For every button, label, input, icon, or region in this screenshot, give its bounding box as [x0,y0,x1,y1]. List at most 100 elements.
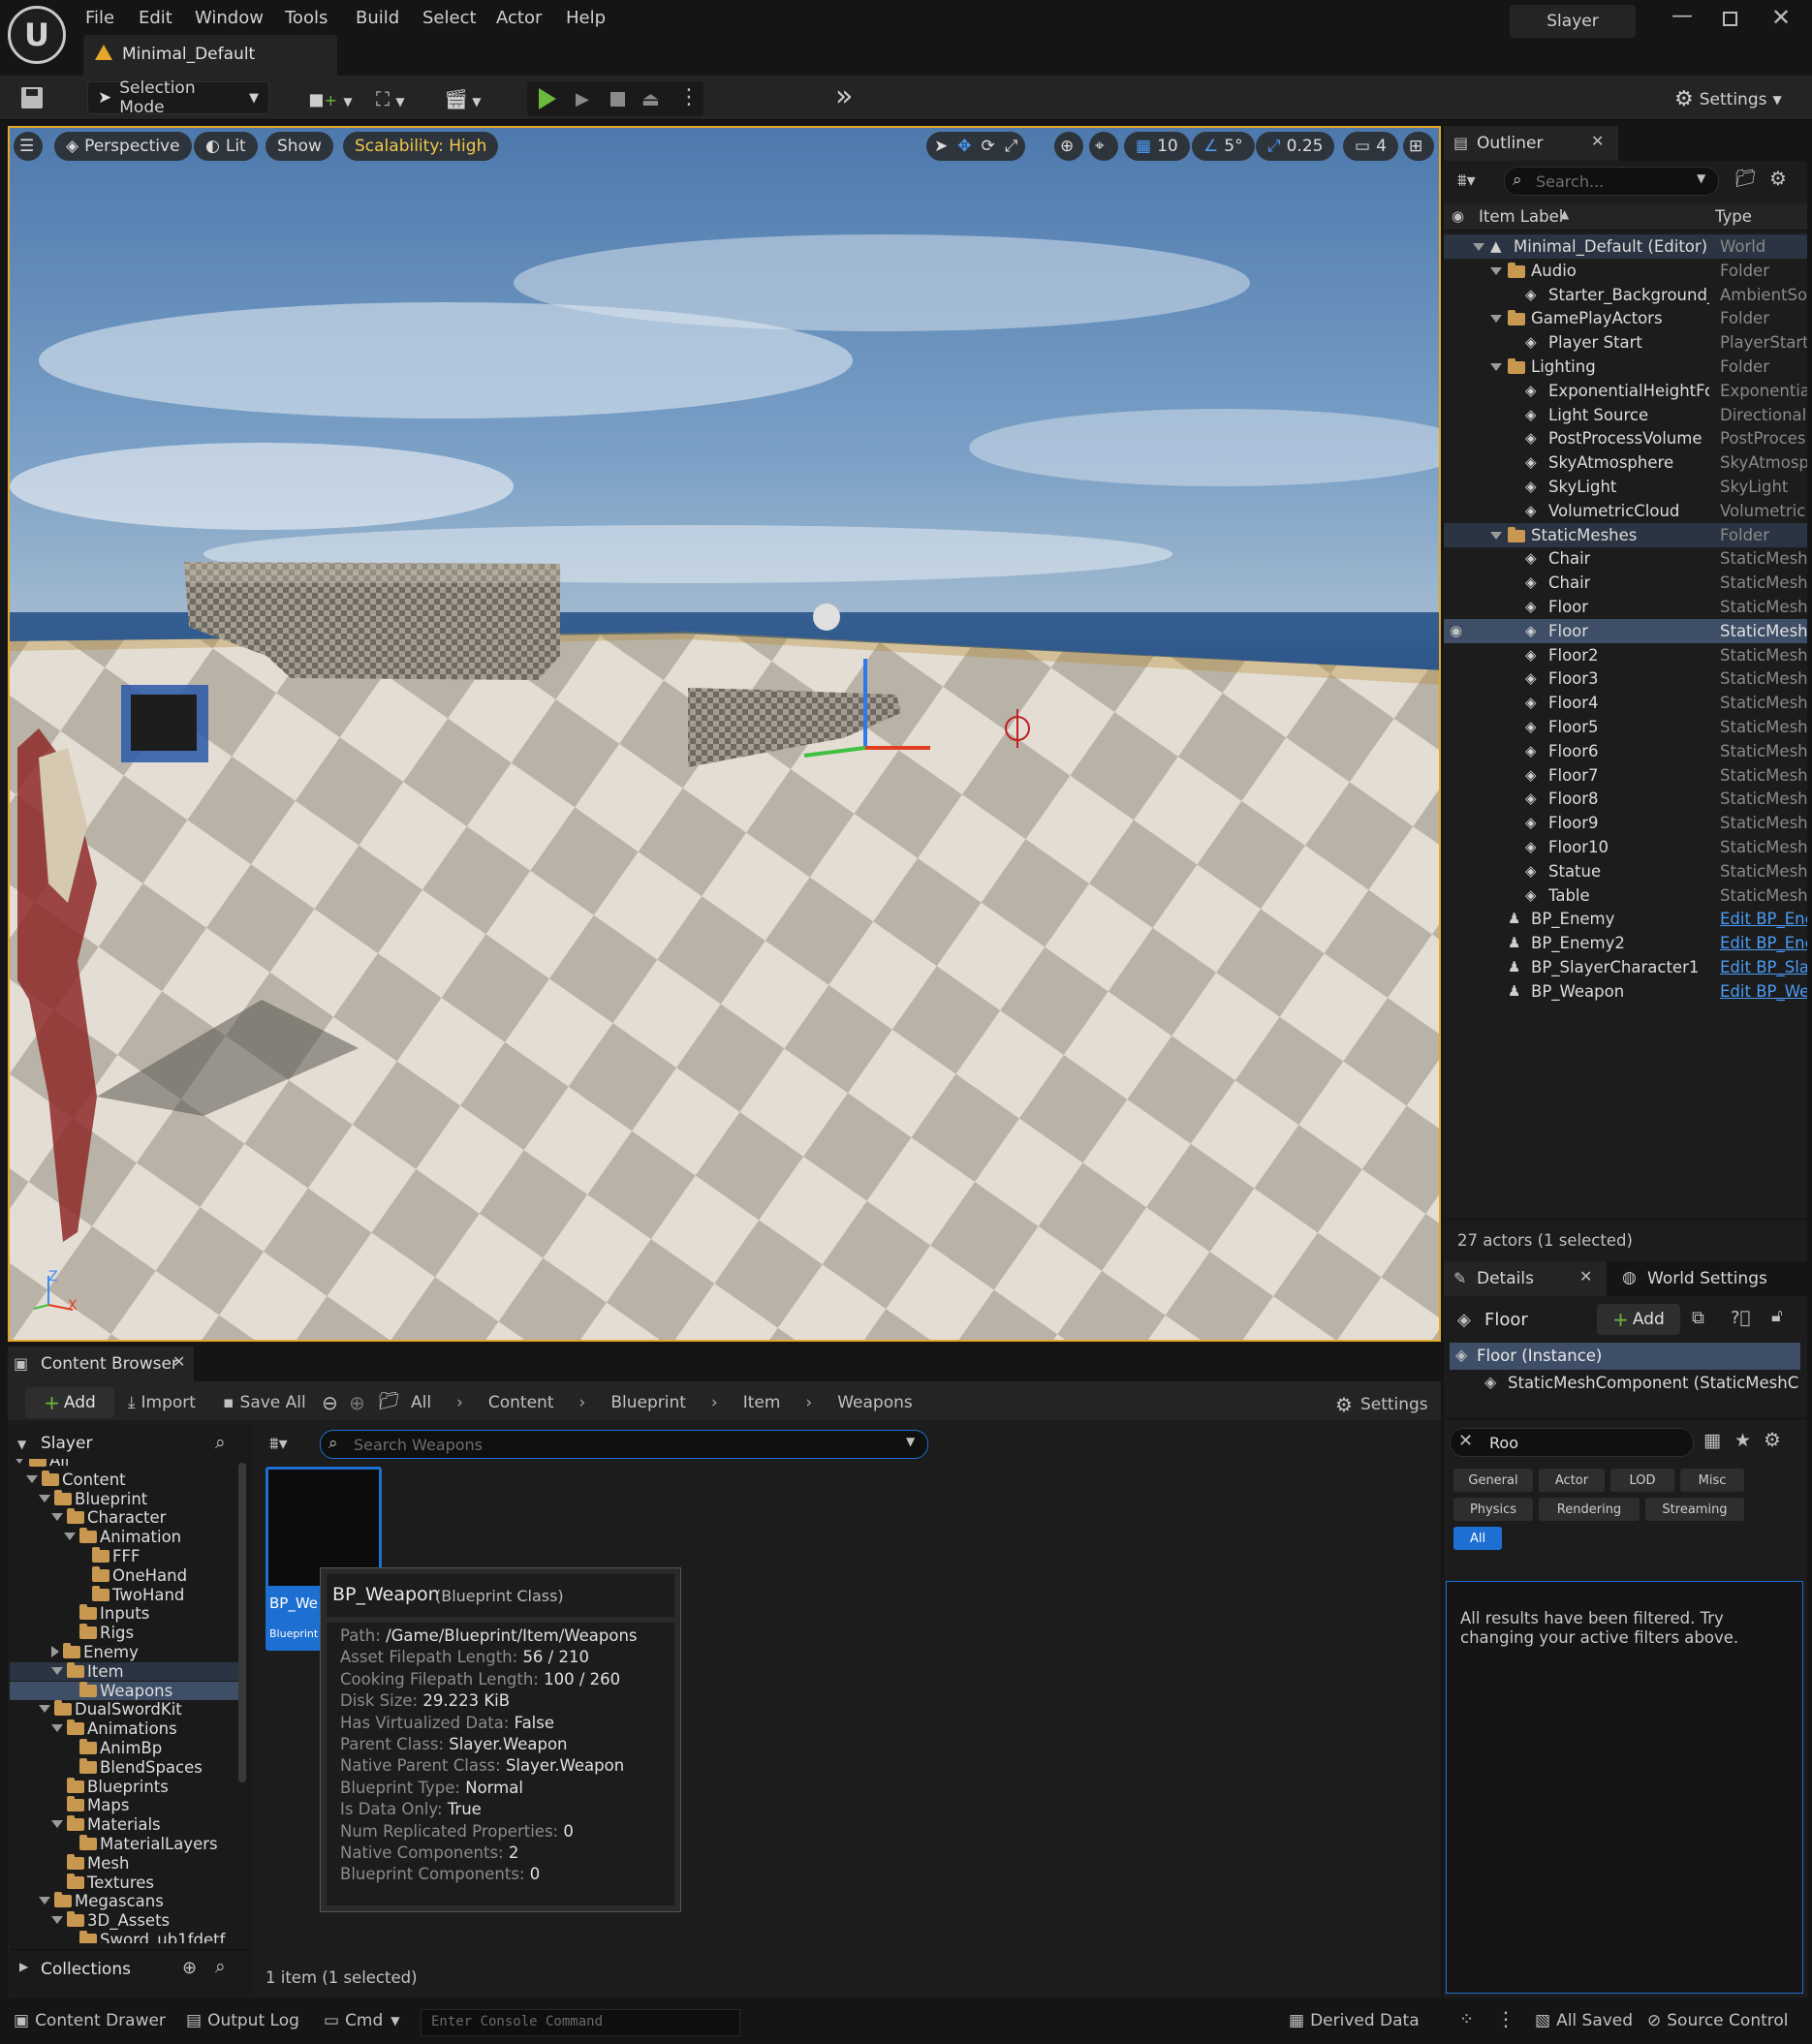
trace-icon[interactable]: ⁘ [1459,2009,1474,2029]
filter-physics[interactable]: Physics [1453,1498,1533,1521]
cinematics-icon[interactable]: 🎬︎ ▼ [444,87,481,110]
outliner-row[interactable]: GamePlayActors Folder [1444,306,1807,330]
component-root-row[interactable]: ◈ Floor (Instance) [1450,1343,1800,1370]
outliner-row[interactable]: ◈ PostProcessVolume PostProces [1444,426,1807,450]
stop-icon[interactable] [610,92,625,107]
grid-snap-button[interactable]: ▦ 10 [1124,132,1190,161]
expand-arrow-icon[interactable] [1473,243,1484,251]
level-viewport[interactable]: Z X [8,126,1441,1342]
outliner-row[interactable]: ◈ Table StaticMesh [1444,883,1807,908]
column-type[interactable]: Type [1715,207,1752,226]
folder-tree-item[interactable]: Sword_ub1fdetf [64,1931,225,1943]
expand-arrow-icon[interactable] [51,1513,63,1522]
outliner-row[interactable]: Audio Folder [1444,259,1807,283]
menu-tools[interactable]: Tools [285,8,328,28]
outliner-item-type[interactable]: Edit BP_Ene [1720,934,1807,952]
menu-edit[interactable]: Edit [139,8,172,28]
folder-tree-item[interactable]: Mesh [51,1853,129,1873]
outliner-row[interactable]: StaticMeshes Folder [1444,522,1807,547]
cb-settings-button[interactable]: ⚙ Settings [1335,1393,1428,1416]
filter-lod[interactable]: LOD [1610,1469,1674,1492]
show-button[interactable]: Show [266,132,333,161]
add-collection-icon[interactable]: ⊕ [182,1958,197,1978]
filter-general[interactable]: General [1453,1469,1533,1492]
folder-tree-item[interactable]: Maps [51,1796,129,1814]
blueprint-convert-icon[interactable]: ⧉ [1692,1308,1704,1328]
cb-add-button[interactable]: + Add [25,1387,114,1418]
outliner-row[interactable]: ◈ Floor4 StaticMesh [1444,691,1807,715]
folder-tree-item[interactable]: Blueprint [39,1489,147,1508]
settings-button[interactable]: ⚙ Settings ▼ [1674,87,1782,111]
viewport-menu-icon[interactable]: ☰ [14,132,43,161]
breadcrumb-weapons[interactable]: Weapons [837,1393,913,1412]
menu-file[interactable]: File [85,8,114,28]
forward-icon[interactable]: ⊕ [349,1391,365,1414]
filter-icon[interactable]: ⩩▾ [269,1434,288,1454]
folder-tree-item[interactable]: Blueprints [51,1777,169,1796]
save-icon[interactable] [21,87,43,108]
perspective-button[interactable]: ◈ Perspective [54,132,192,161]
blueprint-icon[interactable]: ⛶ ▼ [376,87,405,110]
clear-search-icon[interactable]: ✕ [1458,1431,1473,1451]
close-tab-icon[interactable]: ✕ [172,1352,185,1371]
table-view-icon[interactable]: ▦ [1703,1430,1721,1451]
add-actor-icon[interactable]: ◼+ ▼ [308,87,353,110]
scale-snap-button[interactable]: ⤢ 0.25 [1256,132,1335,161]
console-input[interactable]: Enter Console Command [421,2009,740,2036]
folder-tree-item[interactable]: Textures [51,1873,154,1892]
help-icon[interactable]: ?⃝ [1731,1308,1750,1328]
outliner-item-type[interactable]: Edit BP_Ene [1720,910,1807,928]
folder-tree-item[interactable]: Inputs [64,1604,149,1623]
outliner-row[interactable]: ◈ Floor7 StaticMesh [1444,763,1807,788]
play-options-icon[interactable]: ⋮ [678,85,700,109]
expand-arrow-icon[interactable] [39,1494,50,1502]
unreal-logo-icon[interactable]: U [8,6,66,64]
outliner-row[interactable]: ▲ Minimal_Default (Editor) World [1444,234,1807,259]
outliner-row[interactable]: ◈ Chair StaticMesh [1444,546,1807,571]
outliner-row[interactable]: ◈ Starter_Background_ AmbientSou [1444,283,1807,307]
minimize-icon[interactable]: — [1671,4,1693,28]
outliner-row[interactable]: ◉ ◈ Floor StaticMesh [1444,618,1807,643]
outliner-row[interactable]: ◈ Floor6 StaticMesh [1444,739,1807,763]
collections-header[interactable]: ▶ Collections ⊕ ⌕ [10,1949,252,1988]
outliner-row[interactable]: ♟ BP_Enemy2 Edit BP_Ene [1444,931,1807,955]
filter-streaming[interactable]: Streaming [1645,1498,1744,1521]
outliner-row[interactable]: ♟ BP_Weapon Edit BP_We [1444,979,1807,1004]
outliner-row[interactable]: ◈ SkyAtmosphere SkyAtmosp [1444,450,1807,475]
outliner-row[interactable]: ◈ SkyLight SkyLight [1444,475,1807,499]
world-settings-tab[interactable]: ◍ World Settings [1614,1261,1798,1296]
rotation-snap-button[interactable]: ∠ 5° [1192,132,1255,161]
expand-arrow-icon[interactable] [1490,363,1502,371]
asset-search-input[interactable]: ⌕ Search Weapons ▼ [320,1430,928,1459]
selection-mode-button[interactable]: ➤ Selection Mode ▼ [87,78,269,117]
content-browser-tab[interactable]: ▣ Content Browser ✕ [8,1347,194,1381]
outliner-row[interactable]: ◈ Light Source Directionall [1444,403,1807,427]
outliner-row[interactable]: ◈ Floor9 StaticMesh [1444,811,1807,835]
save-all-button[interactable]: ▪ Save All [223,1393,306,1412]
select-tool-icon[interactable]: ➤ [934,137,948,156]
expand-arrow-icon[interactable] [51,1820,63,1829]
outliner-row[interactable]: ♟ BP_Enemy Edit BP_Ene [1444,907,1807,931]
component-row[interactable]: ◈ StaticMeshComponent (StaticMeshC [1450,1370,1800,1397]
outliner-row[interactable]: ♟ BP_SlayerCharacter1 Edit BP_Sla [1444,955,1807,979]
outliner-row[interactable]: ◈ Floor3 StaticMesh [1444,666,1807,691]
all-saved-button[interactable]: ▧ All Saved [1535,2011,1633,2030]
lit-button[interactable]: ◐ Lit [194,132,258,161]
star-icon[interactable]: ★ [1734,1430,1751,1451]
expand-arrow-icon[interactable] [1490,531,1502,540]
folder-tree-item[interactable]: Content [26,1470,126,1489]
scale-tool-icon[interactable]: ⤢ [1005,137,1018,156]
derived-data-button[interactable]: ▦ Derived Data [1289,2011,1420,2030]
content-drawer-button[interactable]: ▣ Content Drawer [14,2011,166,2030]
folder-tree-item[interactable]: Materials [51,1815,161,1834]
filter-rendering[interactable]: Rendering [1539,1498,1640,1521]
folder-tree-item[interactable]: OneHand [77,1565,187,1585]
outliner-row[interactable]: ◈ ExponentialHeightFo Exponentia [1444,379,1807,403]
expand-arrow-icon[interactable] [26,1474,38,1483]
folder-tree-item[interactable]: Rigs [64,1624,134,1642]
rotate-tool-icon[interactable]: ⟳ [982,137,995,156]
import-button[interactable]: ⤓ Import [128,1393,196,1412]
breadcrumb-item[interactable]: Item [743,1393,781,1412]
outliner-tab[interactable]: ▤ Outliner ✕ [1444,126,1618,161]
outliner-item-type[interactable]: Edit BP_Sla [1720,958,1807,976]
